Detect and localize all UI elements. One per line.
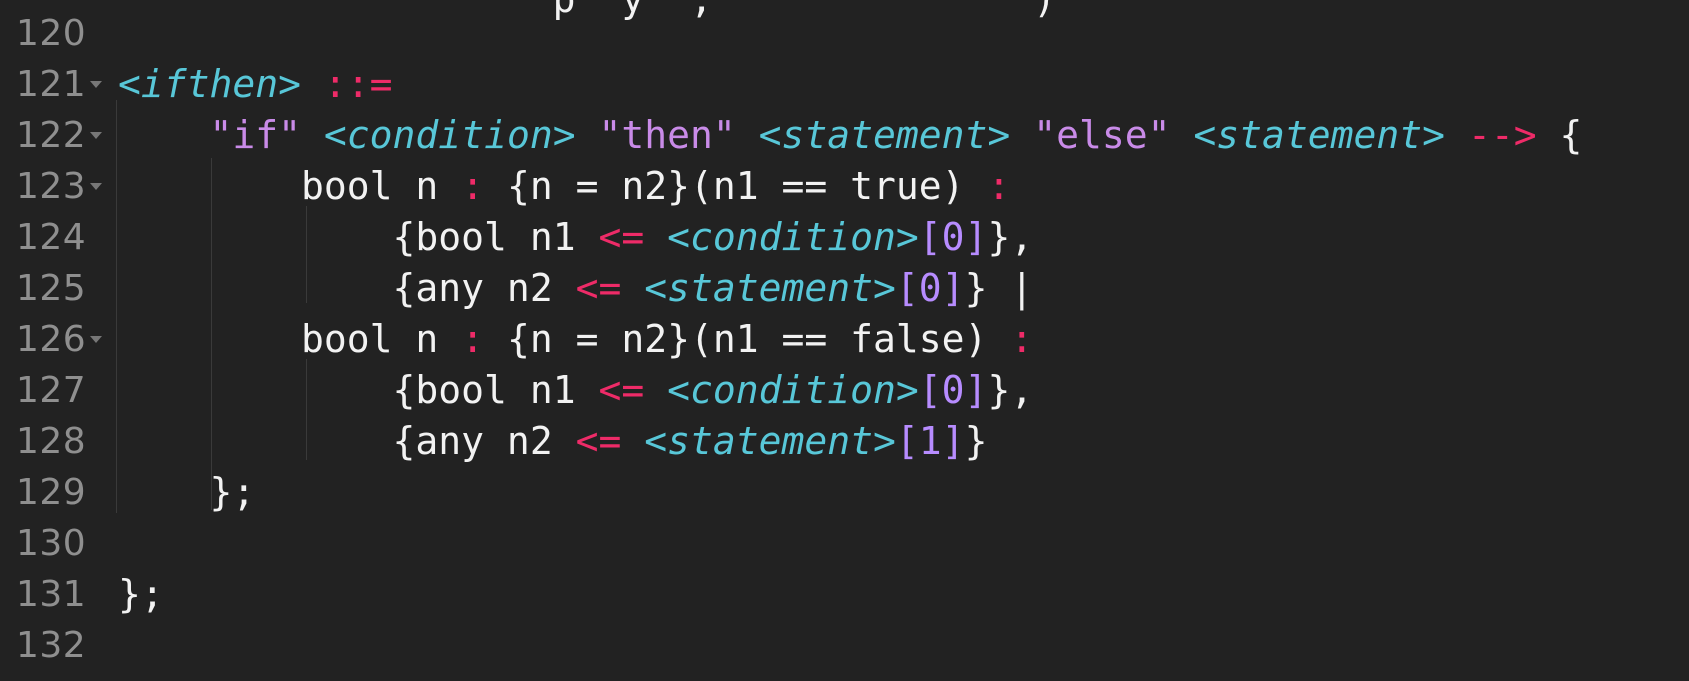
token-operator: : [1010, 317, 1034, 361]
line-number: 132 [16, 625, 87, 666]
token-nonterminal: <statement> [758, 113, 1011, 157]
token-operator: --> [1467, 113, 1537, 157]
token-operator: : [461, 317, 485, 361]
token-punctuation: }; [209, 470, 256, 514]
line-text: {bool n1 <= <condition>[0]}, [118, 365, 1034, 416]
line-number: 127 [16, 370, 87, 411]
token-keyword: {any n2 [392, 419, 553, 463]
token-index: [0] [918, 368, 988, 412]
token-punctuation: } [964, 419, 988, 463]
token-nonterminal: <condition> [667, 368, 919, 412]
token-expression: {n = n2}(n1 == true) [506, 164, 965, 208]
code-line-120[interactable]: 120 [0, 8, 1689, 59]
line-number: 126 [16, 319, 87, 360]
token-keyword: bool n [301, 164, 439, 208]
token-nonterminal: <statement> [1193, 113, 1446, 157]
code-line-121[interactable]: 121 <ifthen> ::= [0, 59, 1689, 110]
line-number: 129 [16, 472, 87, 513]
line-number: 124 [16, 217, 87, 258]
token-operator: : [987, 164, 1011, 208]
code-line-131[interactable]: 131 }; [0, 569, 1689, 620]
token-keyword: {any n2 [392, 266, 553, 310]
token-operator: : [461, 164, 485, 208]
code-line-128[interactable]: 128 {any n2 <= <statement>[1]} [0, 416, 1689, 467]
token-operator: <= [598, 368, 645, 412]
chevron-down-icon[interactable] [90, 132, 102, 139]
token-punctuation: }; [118, 572, 164, 616]
token-string: "then" [598, 113, 736, 157]
code-line-126[interactable]: 126 bool n : {n = n2}(n1 == false) : [0, 314, 1689, 365]
code-line-123[interactable]: 123 bool n : {n = n2}(n1 == true) : [0, 161, 1689, 212]
code-line-122[interactable]: 122 "if" <condition> "then" <statement> … [0, 110, 1689, 161]
token-nonterminal: <condition> [323, 113, 576, 157]
token-nonterminal: <statement> [644, 419, 896, 463]
token-keyword: bool n [301, 317, 439, 361]
token-expression: {n = n2}(n1 == false) [506, 317, 988, 361]
line-text: bool n : {n = n2}(n1 == false) : [118, 314, 1033, 365]
line-text: "if" <condition> "then" <statement> "els… [118, 110, 1583, 161]
token-punctuation: { [1559, 113, 1583, 157]
token-string: "else" [1033, 113, 1171, 157]
code-line-130[interactable]: 130 [0, 518, 1689, 569]
line-text: {bool n1 <= <condition>[0]}, [118, 212, 1034, 263]
token-punctuation: } [964, 266, 988, 310]
token-nonterminal: <condition> [667, 215, 919, 259]
code-editor[interactable]: p y ; ) 120 121 <ifthen> ::= 122 "if" <c… [0, 0, 1689, 681]
code-line-127[interactable]: 127 {bool n1 <= <condition>[0]}, [0, 365, 1689, 416]
token-index: [0] [918, 215, 988, 259]
line-number: 120 [16, 13, 87, 54]
chevron-down-icon[interactable] [90, 183, 102, 190]
token-keyword: {bool n1 [392, 215, 576, 259]
code-line-132[interactable]: 132 [0, 620, 1689, 671]
line-text: bool n : {n = n2}(n1 == true) : [118, 161, 1010, 212]
line-text: <ifthen> ::= [118, 59, 393, 110]
token-operator: <= [598, 215, 645, 259]
token-nonterminal: <ifthen> [118, 62, 302, 106]
token-string: "if" [209, 113, 302, 157]
line-text: {any n2 <= <statement>[1]} [118, 416, 988, 467]
line-number: 128 [16, 421, 87, 462]
line-number: 122 [16, 115, 87, 156]
line-number: 125 [16, 268, 87, 309]
token-operator: ::= [323, 62, 393, 106]
line-text: }; [118, 467, 256, 518]
code-line-129[interactable]: 129 }; [0, 467, 1689, 518]
line-number: 130 [16, 523, 87, 564]
token-nonterminal: <statement> [644, 266, 896, 310]
token-punctuation: }, [987, 368, 1034, 412]
line-number: 123 [16, 166, 87, 207]
token-index: [1] [895, 419, 965, 463]
code-line-124[interactable]: 124 {bool n1 <= <condition>[0]}, [0, 212, 1689, 263]
token-index: [0] [895, 266, 965, 310]
line-number: 131 [16, 574, 87, 615]
line-text: {any n2 <= <statement>[0]} | [118, 263, 1034, 314]
token-operator: <= [575, 419, 622, 463]
token-keyword: {bool n1 [392, 368, 576, 412]
chevron-down-icon[interactable] [90, 81, 102, 88]
line-text: }; [118, 569, 164, 620]
token-punctuation: }, [987, 215, 1034, 259]
token-operator: <= [575, 266, 622, 310]
code-line-125[interactable]: 125 {any n2 <= <statement>[0]} | [0, 263, 1689, 314]
line-number: 121 [16, 64, 87, 105]
token-alternation: | [1010, 266, 1034, 310]
chevron-down-icon[interactable] [90, 336, 102, 343]
